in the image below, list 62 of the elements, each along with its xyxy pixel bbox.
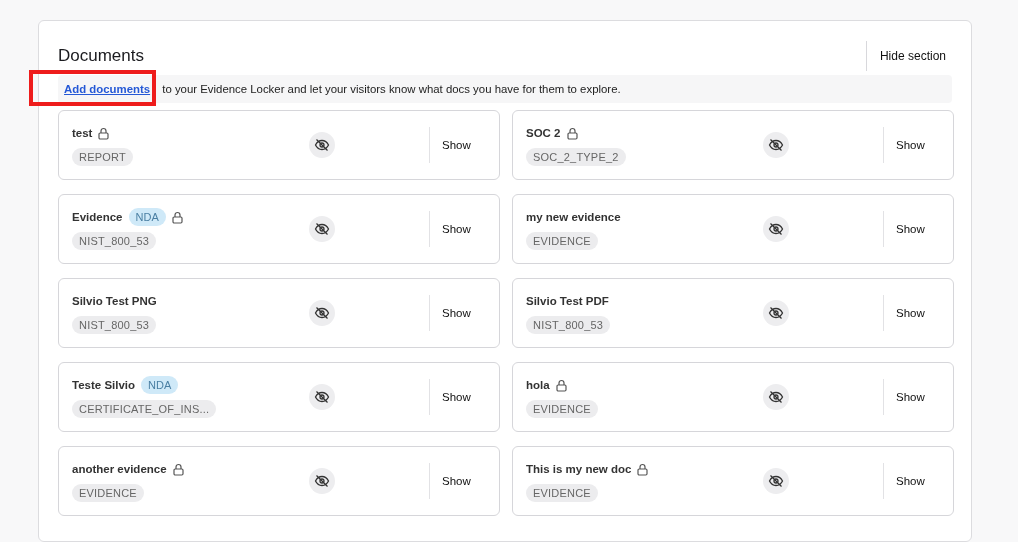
hidden-eye-icon[interactable] bbox=[768, 222, 784, 236]
document-tag: CERTIFICATE_OF_INS... bbox=[72, 400, 217, 418]
show-button[interactable]: Show bbox=[883, 379, 953, 415]
hidden-eye-icon[interactable] bbox=[314, 138, 330, 152]
visibility-toggle[interactable] bbox=[309, 216, 335, 242]
document-title: Evidence bbox=[72, 211, 123, 223]
document-title: test bbox=[72, 127, 93, 139]
document-title: Silvio Test PNG bbox=[72, 295, 157, 307]
add-documents-link[interactable]: Add documents bbox=[64, 83, 151, 95]
document-title: hola bbox=[526, 379, 550, 391]
document-title: SOC 2 bbox=[526, 127, 561, 139]
hidden-eye-icon[interactable] bbox=[768, 390, 784, 404]
show-button[interactable]: Show bbox=[883, 127, 953, 163]
hidden-eye-icon[interactable] bbox=[768, 306, 784, 320]
lock-icon bbox=[172, 462, 184, 476]
hidden-eye-icon[interactable] bbox=[768, 138, 784, 152]
visibility-toggle[interactable] bbox=[763, 384, 789, 410]
lock-icon bbox=[637, 462, 649, 476]
document-title: my new evidence bbox=[526, 211, 621, 223]
document-tag: NIST_800_53 bbox=[72, 316, 157, 334]
hidden-eye-icon[interactable] bbox=[768, 474, 784, 488]
document-tag: EVIDENCE bbox=[72, 484, 144, 502]
show-button[interactable]: Show bbox=[883, 295, 953, 331]
show-button[interactable]: Show bbox=[429, 379, 499, 415]
show-button[interactable]: Show bbox=[883, 463, 953, 499]
show-button[interactable]: Show bbox=[429, 295, 499, 331]
document-tag: SOC_2_TYPE_2 bbox=[526, 148, 626, 166]
hidden-eye-icon[interactable] bbox=[314, 474, 330, 488]
hidden-eye-icon[interactable] bbox=[314, 390, 330, 404]
show-button[interactable]: Show bbox=[429, 211, 499, 247]
visibility-toggle[interactable] bbox=[309, 132, 335, 158]
section-title: Documents bbox=[58, 46, 144, 66]
document-tag: NIST_800_53 bbox=[72, 232, 157, 250]
document-title: Teste Silvio bbox=[72, 379, 136, 391]
visibility-toggle[interactable] bbox=[309, 384, 335, 410]
visibility-toggle[interactable] bbox=[763, 300, 789, 326]
document-tag: EVIDENCE bbox=[526, 484, 598, 502]
document-title: This is my new doc bbox=[526, 463, 632, 475]
hide-section-button[interactable]: Hide section bbox=[865, 41, 952, 71]
lock-icon bbox=[566, 126, 578, 140]
lock-icon bbox=[98, 126, 110, 140]
document-title: Silvio Test PDF bbox=[526, 295, 609, 307]
nda-label: NDA bbox=[141, 376, 179, 394]
show-button[interactable]: Show bbox=[429, 127, 499, 163]
visibility-toggle[interactable] bbox=[309, 300, 335, 326]
hidden-eye-icon[interactable] bbox=[314, 222, 330, 236]
visibility-toggle[interactable] bbox=[763, 132, 789, 158]
hidden-eye-icon[interactable] bbox=[314, 306, 330, 320]
nda-label: NDA bbox=[128, 208, 166, 226]
visibility-toggle[interactable] bbox=[763, 216, 789, 242]
document-tag: EVIDENCE bbox=[526, 400, 598, 418]
banner-text: Add documents to your Evidence Locker and let your visitors know what docs you have for them to explore. bbox=[64, 83, 621, 95]
document-tag: EVIDENCE bbox=[526, 232, 598, 250]
document-title: another evidence bbox=[72, 463, 167, 475]
show-button[interactable]: Show bbox=[883, 211, 953, 247]
document-tag: NIST_800_53 bbox=[526, 316, 611, 334]
lock-icon bbox=[171, 210, 183, 224]
show-button[interactable]: Show bbox=[429, 463, 499, 499]
visibility-toggle[interactable] bbox=[309, 468, 335, 494]
visibility-toggle[interactable] bbox=[763, 468, 789, 494]
lock-icon bbox=[555, 378, 567, 392]
document-tag: REPORT bbox=[72, 148, 133, 166]
